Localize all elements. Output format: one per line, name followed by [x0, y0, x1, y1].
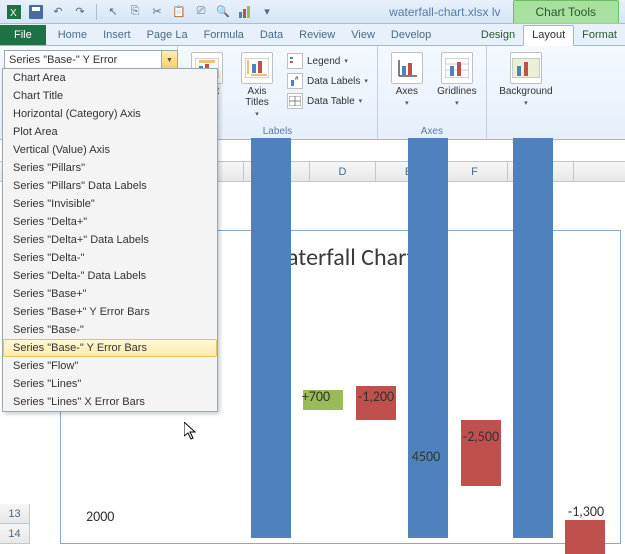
dropdown-item[interactable]: Series "Delta+" Data Labels [3, 231, 217, 249]
tab-insert[interactable]: Insert [95, 26, 139, 45]
column-header[interactable]: D [310, 162, 376, 181]
dropdown-item[interactable]: Vertical (Value) Axis [3, 141, 217, 159]
dropdown-item[interactable]: Series "Pillars" Data Labels [3, 177, 217, 195]
tab-file[interactable]: File [0, 25, 46, 45]
chart-bar[interactable] [251, 138, 291, 538]
data-labels-button[interactable]: #Data Labels ▾ [284, 72, 371, 90]
redo-icon[interactable]: ↷ [72, 4, 88, 20]
legend-icon [287, 53, 303, 69]
tab-data[interactable]: Data [252, 26, 291, 45]
data-table-icon [287, 93, 303, 109]
dropdown-item[interactable]: Series "Pillars" [3, 159, 217, 177]
dropdown-item[interactable]: Series "Base-" Y Error Bars [3, 339, 217, 357]
tab-review[interactable]: Review [291, 26, 343, 45]
axis-titles-button[interactable]: Axis Titles▾ [234, 50, 280, 120]
column-header[interactable]: F [442, 162, 508, 181]
axis-titles-icon [241, 52, 273, 84]
chart-bar[interactable] [513, 138, 553, 538]
dropdown-item[interactable]: Series "Delta+" [3, 213, 217, 231]
window-title: waterfall-chart.xlsx lv [389, 5, 506, 19]
save-icon[interactable] [28, 4, 44, 20]
row-header[interactable]: 13 [0, 504, 30, 524]
preview-icon[interactable]: 🔍 [215, 4, 231, 20]
chart-element-selector-value: Series "Base-" Y Error [5, 54, 161, 66]
tab-layout[interactable]: Layout [523, 25, 574, 46]
gridlines-icon [441, 52, 473, 84]
excel-icon: X [6, 4, 22, 20]
data-table-button[interactable]: Data Table ▾ [284, 92, 371, 110]
tab-view[interactable]: View [343, 26, 383, 45]
tab-page-layout[interactable]: Page La [139, 26, 196, 45]
dropdown-item[interactable]: Series "Delta-" Data Labels [3, 267, 217, 285]
chart-element-dropdown[interactable]: Chart AreaChart TitleHorizontal (Categor… [2, 68, 218, 412]
dropdown-item[interactable]: Series "Invisible" [3, 195, 217, 213]
chart-element-selector-dropdown-button[interactable]: ▼ [161, 51, 177, 69]
paste-icon[interactable]: 📋 [171, 4, 187, 20]
dropdown-item[interactable]: Series "Lines" X Error Bars [3, 393, 217, 411]
quick-access-toolbar: X ↶ ↷ ↖ ⎘ ✂ 📋 ⎚ 🔍 ▾ waterfall-chart.xlsx… [0, 0, 625, 24]
chart-bar[interactable] [565, 520, 605, 554]
data-label: +700 [302, 388, 330, 405]
data-labels-icon: # [287, 73, 303, 89]
dropdown-item[interactable]: Series "Lines" [3, 375, 217, 393]
dropdown-item[interactable]: Plot Area [3, 123, 217, 141]
data-label: 4500 [412, 448, 440, 465]
cut-icon[interactable]: ✂ [149, 4, 165, 20]
dropdown-item[interactable]: Chart Area [3, 69, 217, 87]
dropdown-item[interactable]: Series "Base-" [3, 321, 217, 339]
row-header[interactable]: 14 [0, 524, 30, 544]
chart-element-selector[interactable]: Series "Base-" Y Error ▼ [4, 50, 178, 70]
group-label-axes: Axes [384, 124, 480, 137]
data-label: -1,300 [568, 503, 604, 520]
background-button[interactable]: Background▾ [493, 50, 559, 109]
chart-icon[interactable] [237, 4, 253, 20]
cursor-icon[interactable]: ↖ [105, 4, 121, 20]
background-icon [510, 52, 542, 84]
dropdown-item[interactable]: Series "Base+" [3, 285, 217, 303]
chart-tools-context-label: Chart Tools [513, 0, 619, 23]
tab-developer[interactable]: Develop [383, 26, 439, 45]
data-label: -1,200 [358, 388, 394, 405]
ribbon-tabs: File Home Insert Page La Formula Data Re… [0, 24, 625, 46]
data-label: -2,500 [463, 428, 499, 445]
undo-icon[interactable]: ↶ [50, 4, 66, 20]
dropdown-item[interactable]: Series "Delta-" [3, 249, 217, 267]
dropdown-item[interactable]: Horizontal (Category) Axis [3, 105, 217, 123]
svg-text:#: # [295, 76, 299, 82]
axes-icon [391, 52, 423, 84]
legend-button[interactable]: Legend ▾ [284, 52, 371, 70]
tab-home[interactable]: Home [50, 26, 95, 45]
chart-bar[interactable] [408, 138, 448, 538]
copy-icon[interactable]: ⎘ [127, 4, 143, 20]
dropdown-item[interactable]: Series "Base+" Y Error Bars [3, 303, 217, 321]
tab-format[interactable]: Format [574, 26, 625, 45]
tab-design[interactable]: Design [473, 26, 523, 45]
dropdown-item[interactable]: Series "Flow" [3, 357, 217, 375]
dropdown-icon[interactable]: ▾ [259, 4, 275, 20]
clear-icon[interactable]: ⎚ [193, 4, 209, 20]
gridlines-button[interactable]: Gridlines▾ [434, 50, 480, 109]
tab-formulas[interactable]: Formula [196, 26, 252, 45]
y-axis-tick-label: 2000 [86, 508, 114, 525]
dropdown-item[interactable]: Chart Title [3, 87, 217, 105]
axes-button[interactable]: Axes▾ [384, 50, 430, 109]
svg-text:X: X [10, 8, 17, 19]
